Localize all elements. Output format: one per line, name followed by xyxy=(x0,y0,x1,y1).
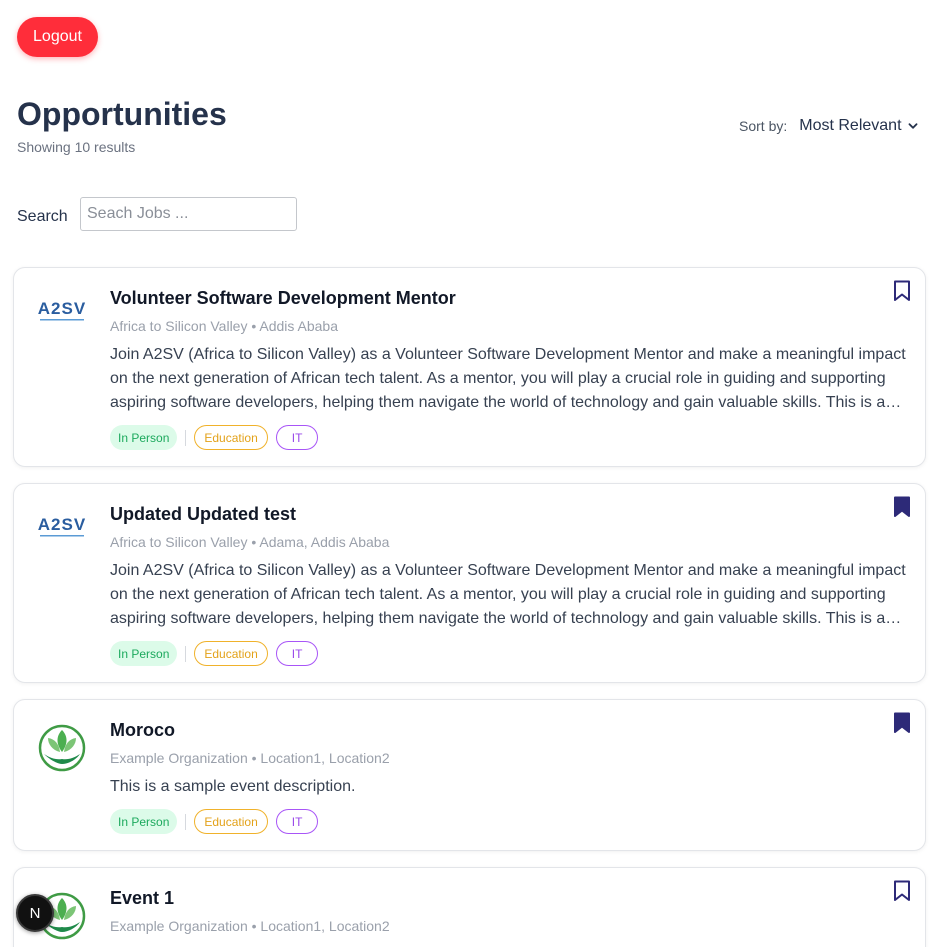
opportunity-card[interactable]: A2SV Updated Updated test Africa to Sili… xyxy=(13,483,926,683)
card-meta: Example Organization • Location1, Locati… xyxy=(110,750,390,766)
nextjs-dev-indicator-button[interactable]: N xyxy=(16,894,54,932)
svg-text:N: N xyxy=(30,905,41,922)
tag-it: IT xyxy=(275,809,319,834)
card-title[interactable]: Volunteer Software Development Mentor xyxy=(110,288,456,309)
tag-in-person: In Person xyxy=(110,809,178,834)
bookmark-filled-icon[interactable] xyxy=(893,496,911,518)
opportunity-card[interactable]: Event 1 Example Organization • Location1… xyxy=(13,867,926,947)
tag-it: IT xyxy=(275,641,319,666)
tag-in-person: In Person xyxy=(110,425,178,450)
card-title[interactable]: Moroco xyxy=(110,720,175,741)
tag-education: Education xyxy=(194,809,268,834)
logout-button[interactable]: Logout xyxy=(17,17,98,57)
card-description: This is a sample event description. xyxy=(110,778,356,795)
results-count: Showing 10 results xyxy=(17,139,136,155)
card-meta: Africa to Silicon Valley • Adama, Addis … xyxy=(110,534,390,550)
tag-list: In Person Education IT xyxy=(110,425,319,450)
tag-education: Education xyxy=(194,425,268,450)
tag-in-person: In Person xyxy=(110,641,178,666)
bookmark-outline-icon[interactable] xyxy=(893,280,911,302)
bookmark-filled-icon[interactable] xyxy=(893,712,911,734)
card-title[interactable]: Updated Updated test xyxy=(110,504,296,525)
page-title: Opportunities xyxy=(17,96,227,132)
sort-control[interactable]: Sort by: Most Relevant xyxy=(739,117,918,135)
opportunity-card[interactable]: A2SV Volunteer Software Development Ment… xyxy=(13,267,926,467)
company-logo: A2SV xyxy=(36,296,88,348)
tag-divider xyxy=(185,429,187,446)
tag-divider xyxy=(185,813,187,830)
opportunity-card[interactable]: Moroco Example Organization • Location1,… xyxy=(13,699,926,851)
tag-it: IT xyxy=(275,425,319,450)
company-logo: A2SV xyxy=(36,512,88,564)
search-label: Search xyxy=(17,208,68,225)
company-logo xyxy=(36,722,88,774)
card-meta: Africa to Silicon Valley • Addis Ababa xyxy=(110,318,338,334)
search-input[interactable] xyxy=(80,197,297,231)
sort-value[interactable]: Most Relevant xyxy=(799,117,901,135)
card-description: Join A2SV (Africa to Silicon Valley) as … xyxy=(110,346,906,411)
tag-education: Education xyxy=(194,641,268,666)
svg-text:A2SV: A2SV xyxy=(38,299,86,318)
chevron-down-icon[interactable] xyxy=(908,121,918,131)
bookmark-outline-icon[interactable] xyxy=(893,880,911,902)
card-description: Join A2SV (Africa to Silicon Valley) as … xyxy=(110,562,906,627)
card-meta: Example Organization • Location1, Locati… xyxy=(110,918,390,934)
tag-list: In Person Education IT xyxy=(110,809,319,834)
tag-divider xyxy=(185,645,187,662)
tag-list: In Person Education IT xyxy=(110,641,319,666)
svg-text:A2SV: A2SV xyxy=(38,515,86,534)
sort-label: Sort by: xyxy=(739,118,788,134)
card-title[interactable]: Event 1 xyxy=(110,888,174,909)
